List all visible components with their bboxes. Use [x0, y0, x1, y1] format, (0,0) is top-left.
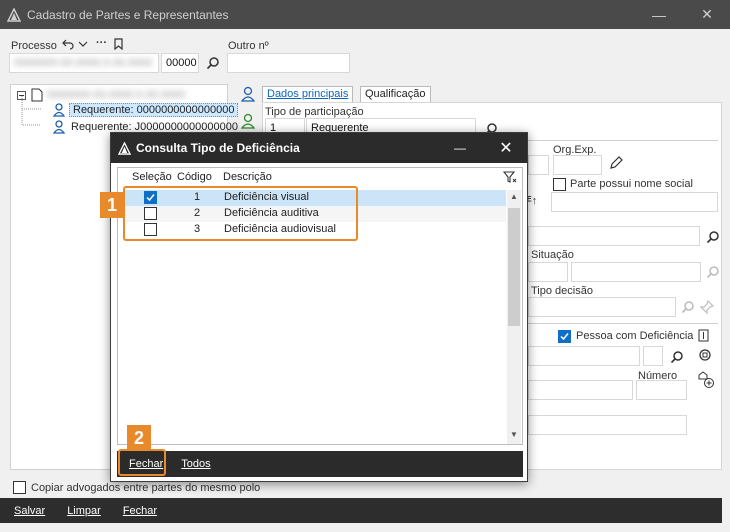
nome-social-field[interactable] [551, 192, 718, 212]
processo-label: Processo [11, 40, 57, 52]
consulta-deficiencia-dialog: Consulta Tipo de Deficiência — ✕ Seleção… [110, 132, 528, 482]
sort-icon[interactable]: ᴱ↑ [527, 195, 537, 207]
search-icon[interactable] [670, 350, 684, 364]
situacao-field[interactable] [571, 262, 701, 282]
processo-suffix-value: 00000 [166, 57, 197, 69]
highlight-box-2 [118, 449, 166, 476]
minimize-icon: — [652, 6, 666, 23]
person-badge-icon[interactable] [241, 113, 255, 129]
tab-dados-principais[interactable]: Dados principais [262, 86, 354, 102]
dialog-close-button[interactable]: ✕ [487, 133, 525, 163]
app-logo-icon [118, 141, 131, 155]
search-icon[interactable] [206, 56, 220, 70]
dialog-titlebar: Consulta Tipo de Deficiência — ✕ [111, 133, 527, 163]
dialog-minimize-button[interactable]: — [441, 133, 479, 163]
scroll-down-icon[interactable]: ▼ [507, 428, 521, 442]
app-logo-icon [7, 7, 21, 22]
grid-scrollbar[interactable]: ▲ ▼ [507, 190, 521, 444]
org-exp-field[interactable] [553, 155, 602, 175]
pessoa-deficiencia-checkbox[interactable] [558, 330, 571, 343]
situacao-code-field[interactable] [528, 262, 568, 282]
window-title: Cadastro de Partes e Representantes [27, 7, 229, 22]
processo-number-field[interactable]: 0000000-00.0000.0.00.0000 [9, 53, 159, 73]
search-icon[interactable] [706, 230, 720, 244]
tipo-decisao-label: Tipo decisão [531, 285, 593, 297]
section-divider [528, 323, 718, 324]
processo-number-value: 0000000-00.0000.0.00.0000 [14, 57, 153, 69]
minimize-icon: — [454, 141, 466, 155]
filter-icon[interactable] [503, 170, 517, 184]
fechar-main-button[interactable]: Fechar [123, 505, 157, 517]
chevron-down-icon[interactable] [78, 40, 88, 48]
tab-label: Qualificação [365, 88, 426, 100]
close-icon: ✕ [701, 6, 713, 22]
scrollbar-thumb[interactable] [508, 208, 520, 326]
main-action-bar: Salvar Limpar Fechar [0, 498, 722, 523]
list-icon[interactable] [698, 329, 709, 342]
situacao-label: Situação [531, 249, 574, 261]
tree-item-label: Requerente: 0000000000000000 [69, 103, 239, 117]
logradouro-field[interactable] [528, 380, 633, 400]
processo-suffix-field[interactable]: 00000 [161, 53, 199, 73]
section-divider [528, 140, 718, 141]
rg-field[interactable] [528, 155, 549, 175]
todos-button[interactable]: Todos [175, 458, 216, 470]
salvar-button[interactable]: Salvar [14, 505, 45, 517]
pessoa-deficiencia-label: Pessoa com Deficiência [576, 330, 694, 342]
search-icon[interactable] [681, 300, 695, 314]
dialog-title: Consulta Tipo de Deficiência [136, 141, 300, 155]
outro-numero-field[interactable] [227, 53, 350, 73]
tab-label: Dados principais [267, 88, 349, 100]
person-icon [53, 120, 65, 134]
bookmark-icon[interactable] [113, 38, 124, 50]
person-icon[interactable] [241, 86, 255, 102]
dialog-action-bar: Fechar Todos [117, 451, 523, 477]
nome-social-label: Parte possui nome social [570, 178, 693, 190]
pin-icon[interactable] [700, 300, 714, 314]
annotation-badge-1: 1 [100, 192, 124, 218]
tipo-participacao-label: Tipo de participação [265, 106, 364, 118]
add-address-icon[interactable] [697, 371, 715, 389]
tab-qualificacao[interactable]: Qualificação [360, 86, 431, 102]
column-header-selecao[interactable]: Seleção [132, 171, 172, 183]
close-window-button[interactable]: ✕ [684, 0, 730, 29]
address-search-icon[interactable] [697, 347, 715, 365]
annotation-badge-2: 2 [127, 425, 151, 451]
tipo-decisao-field[interactable] [528, 297, 676, 317]
scroll-up-icon[interactable]: ▲ [507, 190, 521, 204]
limpar-button[interactable]: Limpar [67, 505, 101, 517]
document-field[interactable] [528, 226, 700, 246]
outro-numero-label: Outro nº [228, 40, 269, 52]
column-header-codigo[interactable]: Código [177, 171, 212, 183]
person-icon [53, 103, 65, 117]
cep-field[interactable] [528, 346, 640, 366]
copiar-advogados-label: Copiar advogados entre partes do mesmo p… [31, 482, 261, 494]
close-icon: ✕ [499, 140, 513, 157]
copiar-advogados-checkbox[interactable] [13, 481, 26, 494]
checkmark-icon [560, 333, 569, 341]
window-titlebar: Cadastro de Partes e Representantes — ✕ [0, 0, 730, 29]
undo-icon[interactable] [62, 38, 74, 50]
pencil-icon[interactable] [608, 155, 624, 171]
highlight-box-1 [123, 186, 358, 241]
tree-root-label: 0000000-00.0000.0.00.0000 [47, 89, 186, 101]
tree-item-requerente-1[interactable]: Requerente: 0000000000000000 [53, 102, 239, 118]
more-options-icon[interactable]: ··· [96, 37, 107, 49]
nome-social-checkbox[interactable] [553, 178, 566, 191]
search-icon[interactable] [706, 265, 720, 279]
numero-field[interactable] [636, 380, 687, 400]
minimize-button[interactable]: — [636, 0, 682, 29]
column-header-descricao[interactable]: Descrição [223, 171, 272, 183]
complemento-field[interactable] [528, 415, 687, 435]
cep-suffix-field[interactable] [643, 346, 663, 366]
